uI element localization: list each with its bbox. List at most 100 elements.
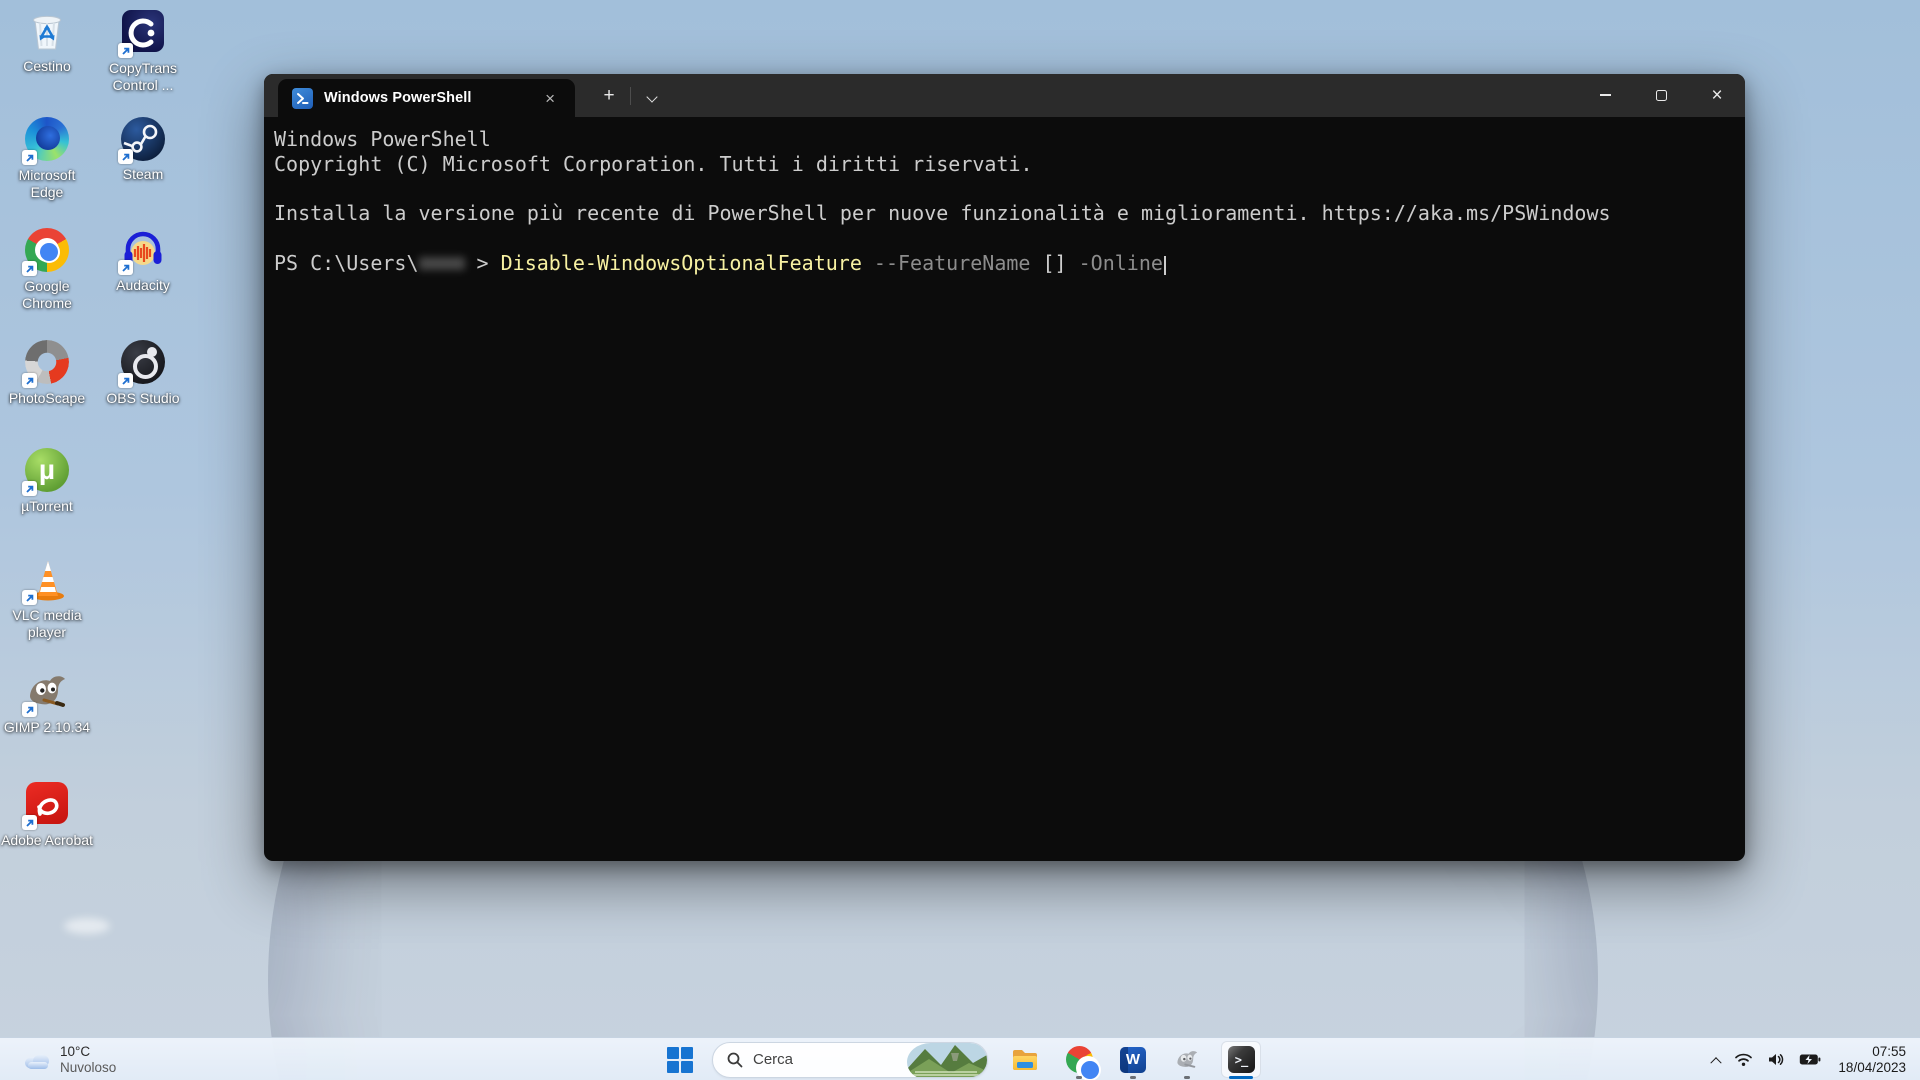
terminal-line: Windows PowerShell [274,127,1733,152]
photoscape-icon [24,340,70,386]
terminal-line: Installa la versione più recente di Powe… [274,201,1733,226]
powershell-icon [292,88,313,109]
gimp-icon [1173,1047,1201,1073]
desktop-icon-label: CopyTrans Control ... [97,60,189,94]
edge-icon [24,117,70,163]
desktop-icon-label: OBS Studio [97,390,189,407]
desktop-icon-edge[interactable]: Microsoft Edge [1,116,93,201]
desktop-icon-label: GIMP 2.10.34 [1,719,93,736]
clock-date: 18/04/2023 [1838,1060,1906,1076]
tab-bar-separator [630,87,631,105]
obs-icon [120,340,166,386]
search-box[interactable]: Cerca [712,1042,988,1078]
desktop-icon-label: Cestino [1,58,93,75]
new-tab-button[interactable]: + [594,85,624,107]
search-highlight-image[interactable] [907,1043,987,1078]
desktop-icon-label: Microsoft Edge [1,167,93,201]
windows-logo-icon [667,1047,693,1073]
chevron-up-icon [1711,1057,1722,1068]
taskbar-icon-chrome[interactable] [1052,1038,1106,1080]
shortcut-arrow-badge [22,815,37,830]
tab-close-button[interactable]: × [539,88,561,109]
weather-condition: Nuvoloso [60,1060,116,1076]
shortcut-arrow-badge [118,373,133,388]
utorrent-icon: µ [24,448,70,494]
desktop-icon-vlc[interactable]: VLC media player [1,557,93,641]
weather-temp: 10°C [60,1044,116,1060]
taskbar-icon-terminal[interactable]: >_ [1214,1038,1268,1080]
taskbar: 10°C Nuvoloso Cerca [0,1037,1920,1080]
gimp-icon [24,669,70,715]
acrobat-icon [24,782,70,828]
command-brackets: [] [1043,251,1067,275]
shortcut-arrow-badge [118,260,133,275]
running-indicator [1184,1076,1190,1079]
search-icon [727,1052,743,1068]
desktop-icon-chrome[interactable]: Google Chrome [1,227,93,312]
desktop-icon-label: VLC media player [1,607,93,641]
shortcut-arrow-badge [118,43,133,58]
shortcut-arrow-badge [22,373,37,388]
prompt-prefix: PS C:\Users\ [274,251,419,275]
tab-windows-powershell[interactable]: Windows PowerShell × [278,79,575,117]
desktop-icon-label: µTorrent [1,498,93,515]
taskbar-icon-word[interactable]: W [1106,1038,1160,1080]
close-button[interactable]: × [1689,74,1745,116]
file-explorer-icon [1011,1048,1039,1072]
wifi-icon [1734,1052,1753,1067]
powershell-window: Windows PowerShell × + × Windows PowerSh… [264,74,1745,861]
mu-glyph: µ [39,454,55,486]
desktop-icon-copytrans[interactable]: CopyTrans Control ... [97,8,189,94]
desktop-icon-label: Google Chrome [1,278,93,312]
weather-widget[interactable]: 10°C Nuvoloso [12,1038,126,1080]
recycle-bin-icon [24,8,70,54]
taskbar-icon-gimp[interactable] [1160,1038,1214,1080]
minimize-button[interactable] [1577,74,1633,116]
start-button[interactable] [660,1040,700,1080]
terminal-prompt-line: PS C:\Users\ > Disable-WindowsOptionalFe… [274,251,1733,276]
active-app-indicator [1229,1076,1253,1080]
shortcut-arrow-badge [22,261,37,276]
shortcut-arrow-badge [118,149,133,164]
shortcut-arrow-badge [22,590,37,605]
copytrans-icon [120,10,166,56]
chrome-icon [1066,1046,1093,1073]
shortcut-arrow-badge [22,481,37,496]
desktop-icon-utorrent[interactable]: µ µTorrent [1,447,93,515]
minimize-icon [1600,94,1611,95]
prompt-gt: > [477,251,501,275]
tab-dropdown-button[interactable] [640,88,666,106]
taskbar-icon-explorer[interactable] [998,1038,1052,1080]
desktop-icon-cestino[interactable]: Cestino [1,8,93,75]
desktop-icon-audacity[interactable]: Audacity [97,227,189,294]
speaker-icon [1767,1052,1785,1067]
desktop-icon-gimp[interactable]: GIMP 2.10.34 [1,669,93,736]
desktop-icon-label: Steam [97,166,189,183]
battery-charging-icon [1799,1053,1821,1066]
shortcut-arrow-badge [22,702,37,717]
window-titlebar[interactable]: Windows PowerShell × + × [264,74,1745,117]
desktop-icon-acrobat[interactable]: Adobe Acrobat [1,780,93,849]
text-cursor [1164,256,1167,275]
tray-volume[interactable] [1760,1042,1792,1078]
tray-battery[interactable] [1792,1042,1828,1078]
maximize-button[interactable] [1633,74,1689,116]
word-icon: W [1120,1047,1146,1073]
maximize-icon [1656,90,1667,101]
terminal-content[interactable]: Windows PowerShell Copyright (C) Microso… [264,117,1745,275]
desktop-icon-steam[interactable]: Steam [97,116,189,183]
clock-widget[interactable]: 07:55 18/04/2023 [1838,1044,1906,1076]
chevron-down-icon [646,91,657,102]
tray-show-hidden-icons[interactable] [1705,1042,1727,1078]
desktop-icon-photoscape[interactable]: PhotoScape [1,339,93,407]
close-icon: × [1711,86,1722,105]
terminal-line: Copyright (C) Microsoft Corporation. Tut… [274,152,1733,177]
vlc-icon [24,557,70,603]
cloud-icon [22,1049,52,1071]
tray-wifi[interactable] [1727,1042,1760,1078]
desktop-icon-obs[interactable]: OBS Studio [97,339,189,407]
desktop-icon-label: Audacity [97,277,189,294]
steam-icon [120,116,166,162]
command-param-online: -Online [1067,251,1163,275]
search-placeholder: Cerca [753,1051,793,1068]
